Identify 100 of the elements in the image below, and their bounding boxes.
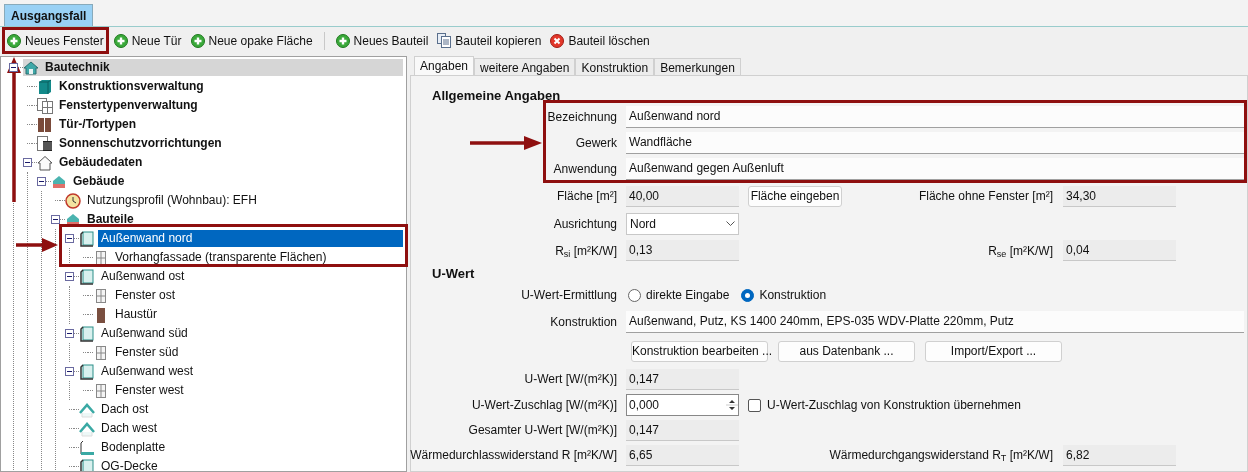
checkbox[interactable] bbox=[748, 398, 761, 412]
field-label: R$_{se}$ [m²K/W] bbox=[988, 242, 1053, 260]
field-label: U-Wert-Zuschlag [W/(m²K)] bbox=[471, 397, 617, 414]
field-label: Wärmedurchgangswiderstand R$_{T}$ [m²K/W] bbox=[829, 447, 1053, 464]
tree-item[interactable]: Fenstertypenverwaltung bbox=[56, 97, 201, 114]
window-icon bbox=[37, 97, 53, 114]
collapse-button[interactable] bbox=[65, 234, 74, 243]
input-field[interactable]: Außenwand nord bbox=[626, 106, 1244, 128]
house-icon bbox=[37, 154, 53, 171]
tree-item[interactable]: Vorhangfassade (transparente Flächen) bbox=[112, 249, 330, 266]
block-icon bbox=[37, 78, 53, 95]
roof-icon bbox=[79, 420, 95, 437]
collapse-button[interactable] bbox=[65, 367, 74, 376]
radio-button[interactable] bbox=[741, 288, 755, 302]
toolbar-button[interactable]: Neue opake Fläche bbox=[189, 31, 314, 50]
tree-item[interactable]: Fenster ost bbox=[112, 287, 179, 304]
tree-item[interactable]: Tür-/Tortypen bbox=[56, 116, 140, 133]
readonly-field: 6,82 bbox=[1063, 444, 1176, 466]
section-title: Allgemeine Angaben bbox=[432, 87, 562, 104]
chevron-down-icon bbox=[726, 221, 735, 226]
collapse-button[interactable] bbox=[65, 272, 74, 281]
tree-item[interactable]: Außenwand nord bbox=[98, 230, 403, 247]
wall-icon bbox=[79, 458, 95, 471]
field-label: Wärmedurchlasswiderstand R [m²K/W] bbox=[410, 447, 617, 464]
wall-icon bbox=[79, 363, 95, 380]
tree-item[interactable]: Haustür bbox=[112, 306, 161, 323]
toolbar-button[interactable]: Neues Fenster bbox=[6, 31, 105, 50]
tree-item[interactable]: Nutzungsprofil (Wohnbau): EFH bbox=[84, 192, 260, 209]
field-label: U-Wert [W/(m²K)] bbox=[524, 371, 617, 388]
tab[interactable]: Bemerkungen bbox=[654, 58, 741, 75]
tree-item[interactable]: Bautechnik bbox=[42, 59, 113, 76]
action-button[interactable]: aus Datenbank ... bbox=[778, 340, 915, 362]
tab[interactable]: Angaben bbox=[414, 56, 475, 75]
wall-icon bbox=[79, 268, 95, 285]
toolbar-button[interactable]: Neues Bauteil bbox=[334, 31, 430, 50]
input-field[interactable]: Außenwand gegen Außenluft bbox=[626, 158, 1244, 180]
tree-item[interactable]: Dach ost bbox=[98, 401, 152, 418]
tree-item[interactable]: Konstruktionsverwaltung bbox=[56, 78, 207, 95]
action-button[interactable]: Fläche eingeben bbox=[748, 185, 842, 207]
window-icon bbox=[95, 344, 107, 361]
clock-icon bbox=[65, 192, 81, 209]
collapse-button[interactable] bbox=[65, 329, 74, 338]
floor-icon bbox=[79, 439, 95, 456]
annotation-arrow bbox=[16, 238, 58, 252]
window-icon bbox=[95, 382, 107, 399]
input-field[interactable]: Wandfläche bbox=[626, 132, 1244, 154]
readonly-field: 0,04 bbox=[1063, 240, 1176, 261]
add-icon bbox=[190, 33, 205, 48]
field-label: Anwendung bbox=[553, 161, 617, 178]
tab[interactable]: Konstruktion bbox=[575, 58, 655, 75]
add-icon bbox=[7, 33, 21, 48]
tree-item[interactable]: Bodenplatte bbox=[98, 439, 169, 456]
tree-item[interactable]: Außenwand west bbox=[98, 363, 197, 380]
tree-item[interactable]: Bauteile bbox=[84, 211, 137, 228]
dropdown[interactable]: Nord bbox=[626, 212, 739, 235]
tree-item[interactable]: Außenwand süd bbox=[98, 325, 191, 342]
collapse-button[interactable] bbox=[9, 63, 18, 72]
tab[interactable]: weitere Angaben bbox=[474, 58, 576, 75]
window-icon bbox=[95, 249, 107, 266]
tree-item[interactable]: Gebäude bbox=[70, 173, 128, 190]
checkbox-label: U-Wert-Zuschlag von Konstruktion übernehmen bbox=[767, 397, 1021, 414]
readonly-field: 0,13 bbox=[626, 240, 739, 261]
field-label: Gesamter U-Wert [W/(m²K)] bbox=[468, 422, 617, 439]
collapse-button[interactable] bbox=[51, 215, 60, 224]
field-label: Fläche [m²] bbox=[557, 188, 617, 205]
radio-label: Konstruktion bbox=[759, 287, 827, 304]
toolbar-button[interactable]: Bauteil kopieren bbox=[436, 31, 543, 50]
door-icon bbox=[37, 116, 53, 133]
readonly-field: 40,00 bbox=[626, 185, 739, 207]
document-tab[interactable]: Ausgangsfall bbox=[4, 4, 94, 26]
collapse-button[interactable] bbox=[23, 158, 32, 167]
field-label: Konstruktion bbox=[550, 314, 617, 331]
action-button[interactable]: Import/Export ... bbox=[925, 340, 1062, 362]
add-icon bbox=[113, 33, 128, 48]
section-title: U-Wert bbox=[432, 265, 476, 282]
building-icon bbox=[51, 173, 67, 190]
wall-icon bbox=[79, 325, 95, 342]
radio-label: direkte Eingabe bbox=[646, 287, 730, 304]
wall-icon bbox=[79, 230, 95, 247]
field-label: Fläche ohne Fenster [m²] bbox=[918, 188, 1053, 205]
roof-icon bbox=[79, 401, 95, 418]
readonly-field: 34,30 bbox=[1063, 185, 1176, 207]
annotation-arrow bbox=[470, 136, 542, 150]
tree-item[interactable]: Außenwand ost bbox=[98, 268, 188, 285]
tree-item[interactable]: Fenster süd bbox=[112, 344, 182, 361]
tree-item[interactable]: Fenster west bbox=[112, 382, 187, 399]
tree-item[interactable]: Dach west bbox=[98, 420, 161, 437]
toolbar-button[interactable]: Neue Tür bbox=[112, 31, 183, 50]
tree-item[interactable]: Sonnenschutzvorrichtungen bbox=[56, 135, 225, 152]
number-spinner[interactable]: 0,000 bbox=[626, 394, 739, 416]
readonly-field: 0,147 bbox=[626, 419, 739, 441]
collapse-button[interactable] bbox=[37, 177, 46, 186]
tree-item[interactable]: OG-Decke bbox=[98, 458, 161, 471]
tree-item[interactable]: Gebäudedaten bbox=[56, 154, 146, 171]
input-field[interactable]: Außenwand, Putz, KS 1400 240mm, EPS-035 WDV-Platte 220mm, Putz bbox=[626, 311, 1244, 333]
field-label: U-Wert-Ermittlung bbox=[521, 287, 617, 304]
radio-button[interactable] bbox=[628, 288, 641, 302]
toolbar-button[interactable]: Bauteil löschen bbox=[549, 31, 651, 50]
delete-icon bbox=[550, 33, 565, 48]
readonly-field: 0,147 bbox=[626, 368, 739, 390]
